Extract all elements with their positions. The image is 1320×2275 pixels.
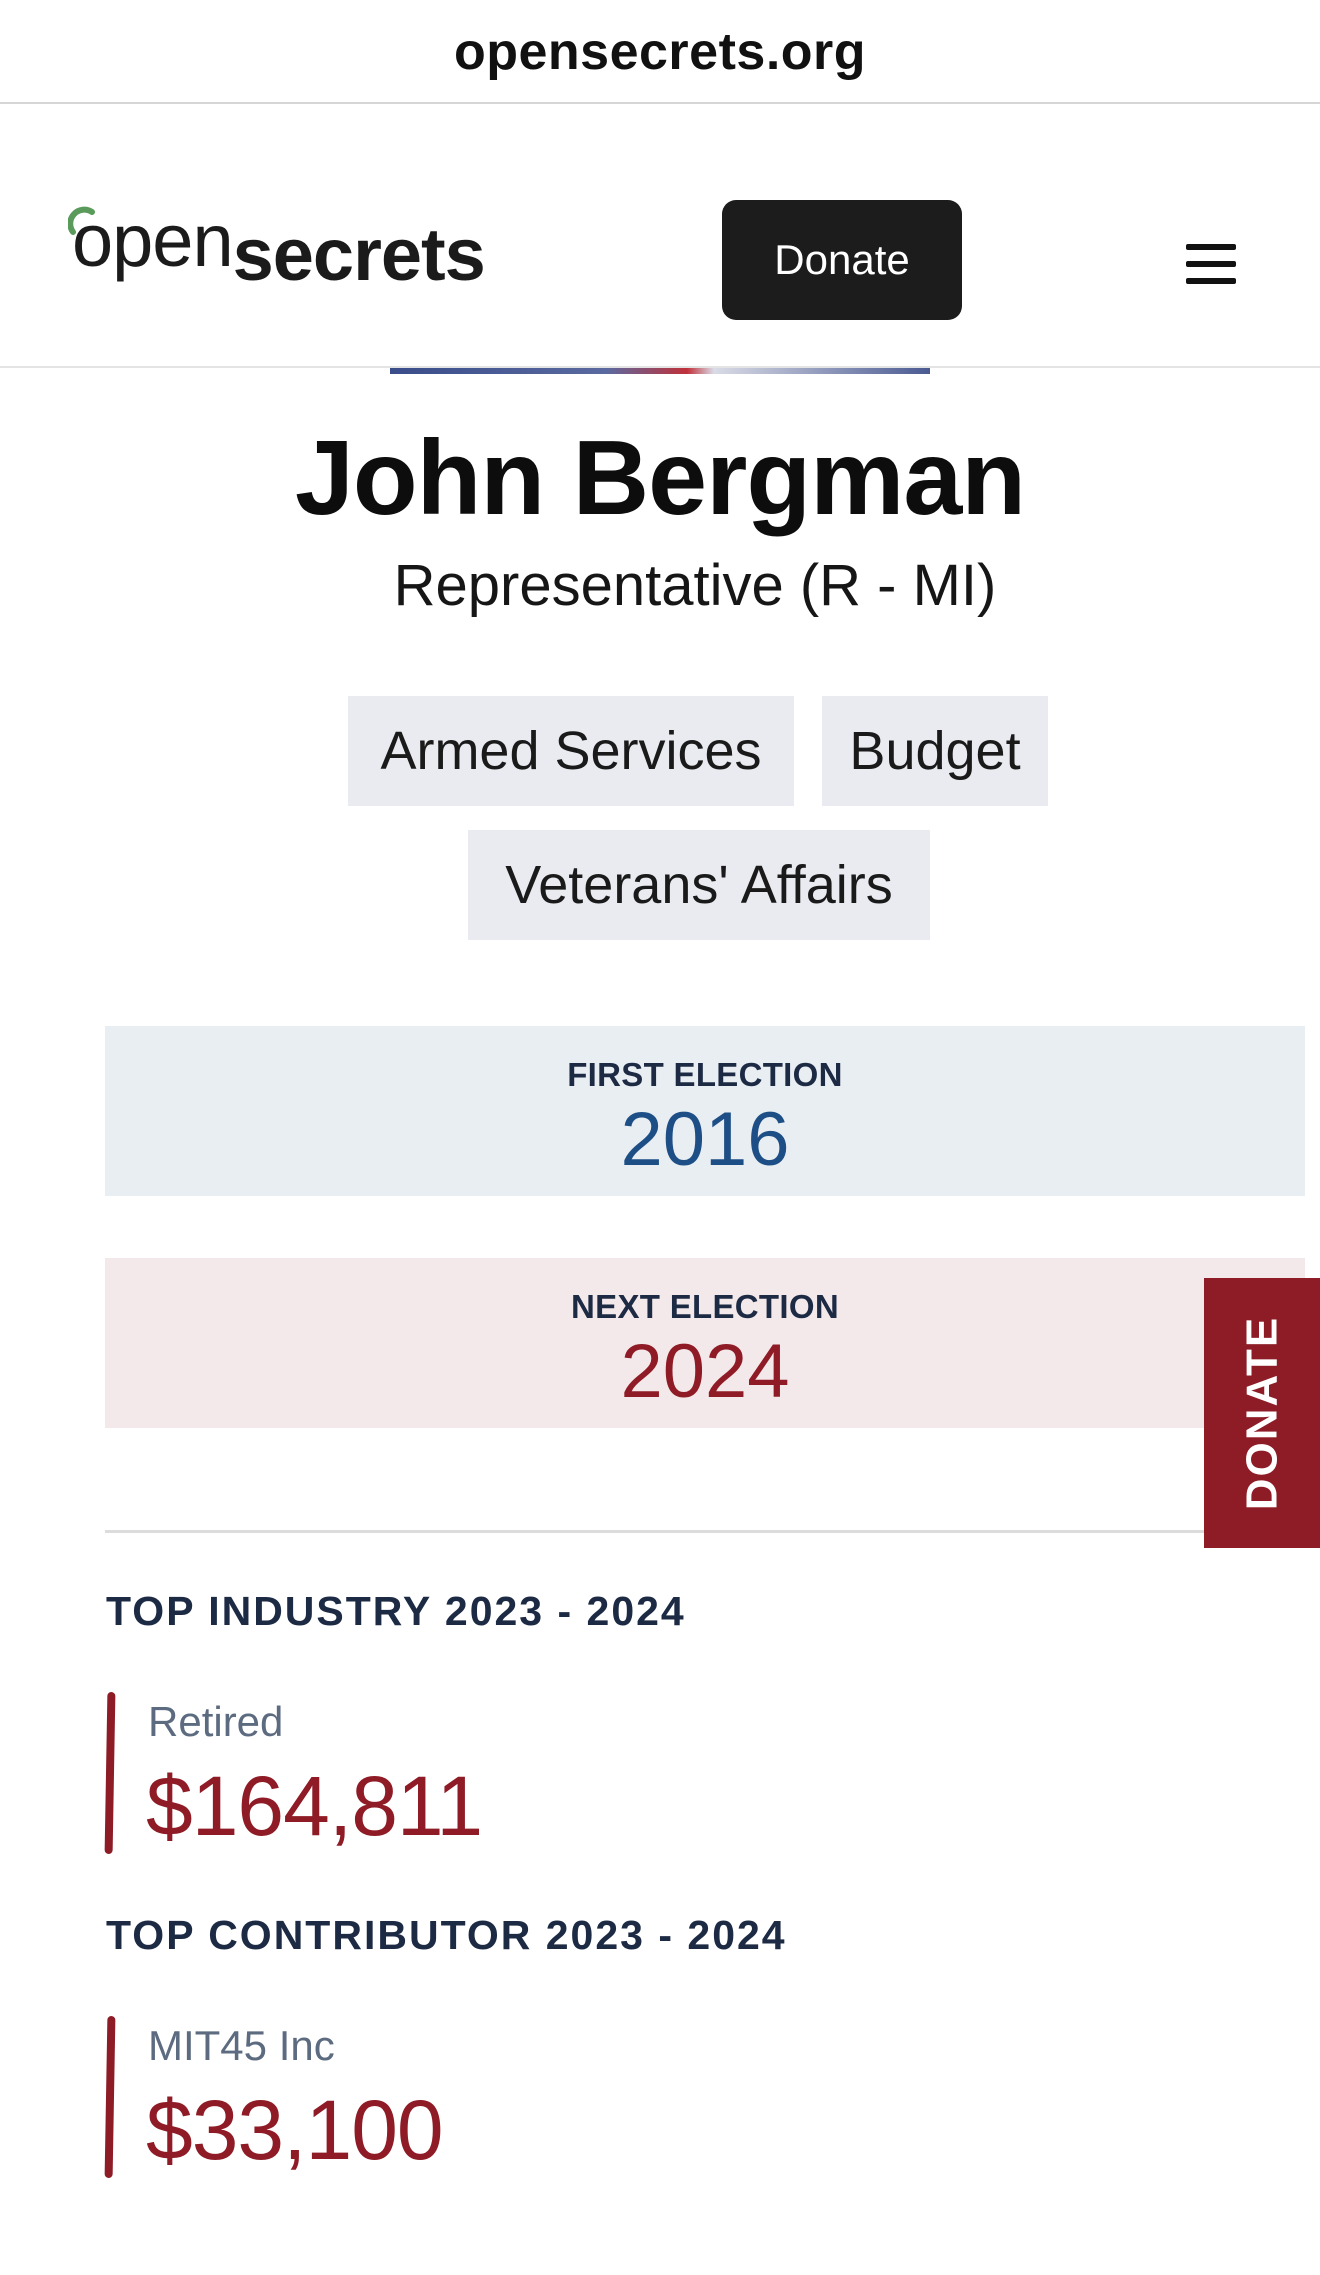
stat-accent-bar <box>104 2015 116 2179</box>
section-divider <box>105 1530 1204 1533</box>
hamburger-menu-icon[interactable] <box>1186 244 1236 284</box>
committee-chip-veterans-affairs[interactable]: Veterans' Affairs <box>468 830 930 940</box>
top-contributor-name: MIT45 Inc <box>148 2022 335 2069</box>
top-industry-name: Retired <box>148 1698 284 1745</box>
logo-open-text: open <box>72 199 234 282</box>
member-name: John Bergman <box>294 419 1026 537</box>
stat-accent-bar <box>104 1691 116 1855</box>
top-industry-title: TOP INDUSTRY 2023 - 2024 <box>106 1588 686 1634</box>
top-industry-amount: $164,811 <box>146 1759 483 1853</box>
first-election-label: FIRST ELECTION <box>567 1056 843 1093</box>
next-election-box: NEXT ELECTION 2024 <box>105 1258 1305 1428</box>
top-industry-stat: Retired $164,811 <box>104 1691 806 1860</box>
side-donate-tab[interactable]: DONATE <box>1204 1278 1320 1548</box>
side-donate-label: DONATE <box>1237 1315 1287 1511</box>
next-election-label: NEXT ELECTION <box>571 1288 839 1325</box>
committee-chip-armed-services[interactable]: Armed Services <box>348 696 794 806</box>
first-election-box: FIRST ELECTION 2016 <box>105 1026 1305 1196</box>
member-role: Representative (R - MI) <box>393 553 997 618</box>
next-election-year: 2024 <box>620 1329 790 1414</box>
page: opensecrets.org opensecrets Donate John … <box>0 0 1320 2275</box>
top-contributor-amount: $33,100 <box>146 2083 444 2177</box>
logo-secrets-text: secrets <box>232 213 486 296</box>
donate-button[interactable]: Donate <box>722 200 962 320</box>
site-header: opensecrets Donate <box>0 104 1320 368</box>
top-contributor-stat: MIT45 Inc $33,100 <box>104 2015 806 2184</box>
profile-photo-edge <box>390 368 930 374</box>
top-contributor-title: TOP CONTRIBUTOR 2023 - 2024 <box>106 1912 787 1958</box>
opensecrets-logo[interactable]: opensecrets <box>68 199 486 322</box>
committee-chip-budget[interactable]: Budget <box>822 696 1048 806</box>
first-election-year: 2016 <box>620 1097 790 1182</box>
browser-url-bar[interactable]: opensecrets.org <box>0 0 1320 104</box>
url-text[interactable]: opensecrets.org <box>0 22 1320 82</box>
